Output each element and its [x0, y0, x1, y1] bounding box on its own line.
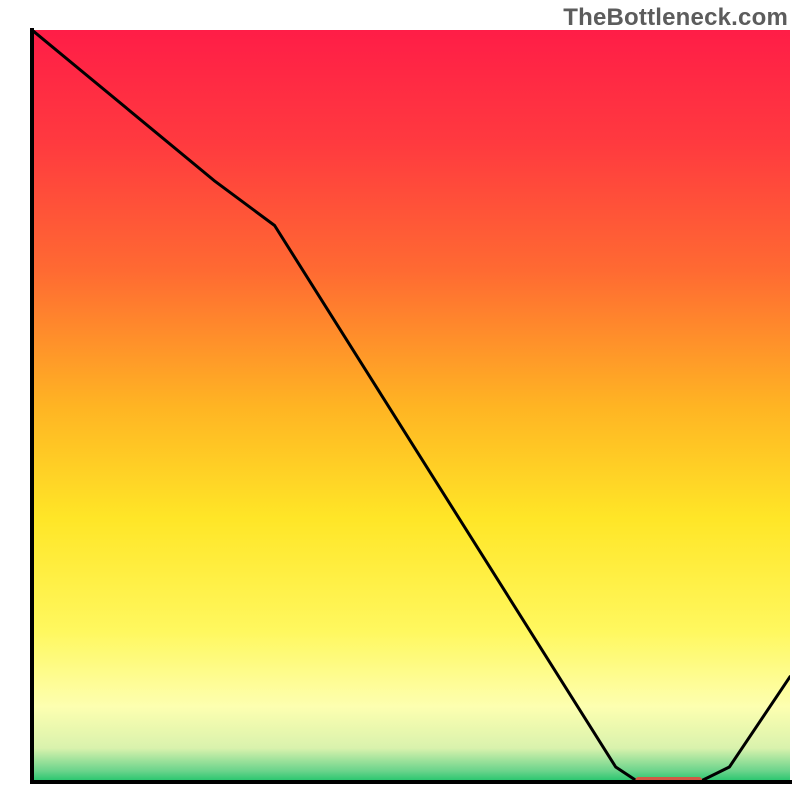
gradient-background: [32, 30, 790, 782]
bottleneck-chart: [0, 0, 800, 800]
chart-container: TheBottleneck.com: [0, 0, 800, 800]
